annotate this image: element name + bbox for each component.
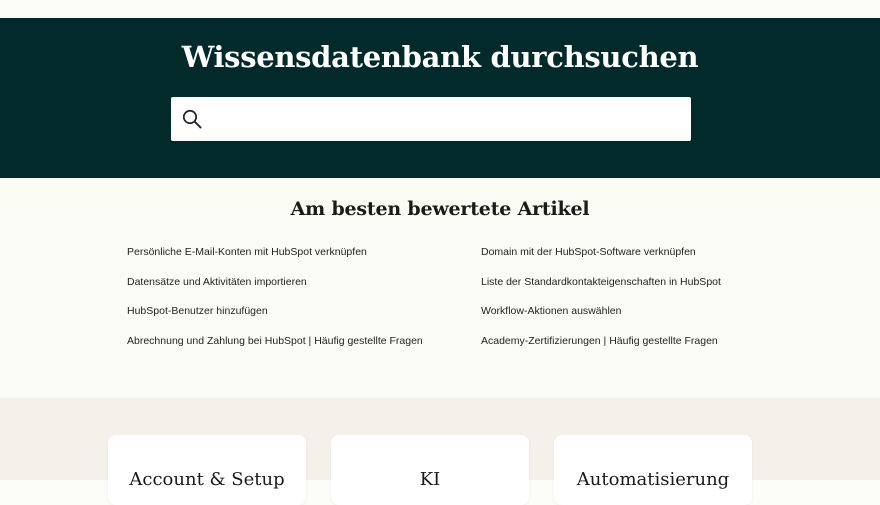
articles-column-right: Domain mit der HubSpot-Software verknüpf… (481, 245, 721, 363)
category-card-ki[interactable]: KI (331, 435, 529, 505)
top-strip (0, 0, 880, 18)
article-link[interactable]: Abrechnung und Zahlung bei HubSpot | Häu… (127, 334, 423, 364)
article-link[interactable]: Workflow-Aktionen auswählen (481, 304, 721, 334)
articles-column-left: Persönliche E-Mail-Konten mit HubSpot ve… (127, 245, 423, 363)
article-link[interactable]: Persönliche E-Mail-Konten mit HubSpot ve… (127, 245, 423, 275)
search-hero: Wissensdatenbank durchsuchen (0, 18, 880, 178)
category-card-account-setup[interactable]: Account & Setup (108, 435, 306, 505)
article-link[interactable]: Academy-Zertifizierungen | Häufig gestel… (481, 334, 721, 364)
search-icon[interactable] (181, 108, 203, 130)
top-articles-title: Am besten bewertete Artikel (290, 198, 590, 220)
category-cards-section: Account & Setup KI Automatisierung (0, 398, 880, 505)
hero-title: Wissensdatenbank durchsuchen (181, 40, 699, 74)
article-link[interactable]: Domain mit der HubSpot-Software verknüpf… (481, 245, 721, 275)
top-articles-section: Am besten bewertete Artikel Persönliche … (0, 178, 880, 398)
article-link[interactable]: Datensätze und Aktivitäten importieren (127, 275, 423, 305)
article-link[interactable]: Liste der Standardkontakteigenschaften i… (481, 275, 721, 305)
article-link[interactable]: HubSpot-Benutzer hinzufügen (127, 304, 423, 334)
search-box[interactable] (171, 97, 691, 141)
category-card-automatisierung[interactable]: Automatisierung (554, 435, 752, 505)
search-input[interactable] (213, 105, 677, 135)
